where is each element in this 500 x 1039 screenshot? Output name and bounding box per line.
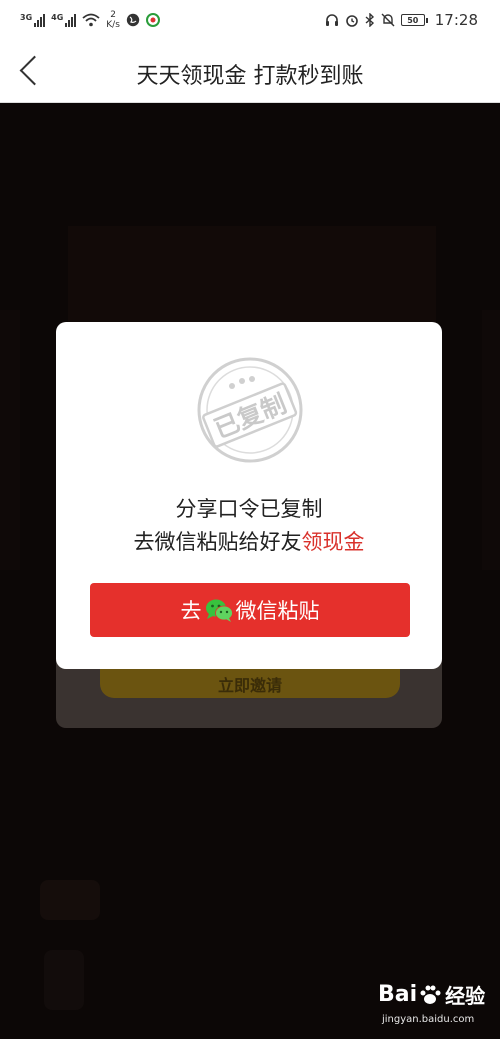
- baidu-jingyan-watermark: Bai 经验 jingyan.baidu.com: [378, 978, 498, 1034]
- watermark-brand-suffix: 经验: [445, 984, 486, 1008]
- paw-logo-icon: [420, 985, 441, 1004]
- watermark-brand-text: Bai: [378, 982, 418, 1007]
- status-left: 3G 4G 2 K/s: [20, 10, 160, 30]
- battery-level: 50: [407, 15, 419, 25]
- network-speed: 2 K/s: [106, 10, 120, 30]
- status-right: 50 17:28: [325, 11, 478, 29]
- speed-unit: K/s: [106, 20, 120, 30]
- background-element: [44, 950, 84, 1010]
- signal-1-label: 3G: [20, 13, 33, 22]
- signal-icon-2: 4G: [51, 13, 77, 27]
- bluetooth-icon: [365, 13, 374, 27]
- background-panel-right: [482, 310, 500, 570]
- wechat-paste-button[interactable]: 去 微信粘贴: [90, 583, 410, 637]
- page-title: 天天领现金 打款秒到账: [136, 64, 364, 89]
- battery-indicator: 50: [400, 14, 428, 26]
- wechat-icon: [205, 599, 233, 622]
- dialog-message-line-1: 分享口令已复制: [175, 497, 323, 521]
- clock: 17:28: [434, 11, 478, 29]
- background-invite-button: 立即邀请: [100, 668, 400, 698]
- background-panel-left: [0, 310, 20, 570]
- headset-icon: [325, 14, 338, 26]
- globe-icon: [126, 13, 140, 27]
- dialog-message-highlight: 领现金: [301, 530, 365, 554]
- copied-stamp-icon: 已复制: [197, 357, 303, 463]
- dialog-message-line-2: 去微信粘贴给好友领现金: [56, 526, 442, 556]
- nav-bar: 天天领现金 打款秒到账: [0, 40, 500, 103]
- watermark-url: jingyan.baidu.com: [382, 1014, 475, 1025]
- mute-bell-icon: [381, 13, 395, 27]
- background-invite-label: 立即邀请: [217, 676, 282, 695]
- background-element: [40, 880, 100, 920]
- signal-2-label: 4G: [51, 13, 64, 22]
- app-notification-icon: [145, 13, 160, 27]
- status-bar: 3G 4G 2 K/s 50 17:28: [0, 0, 500, 40]
- wifi-icon: [82, 13, 100, 27]
- speed-value: 2: [110, 10, 116, 20]
- watermark-brand: Bai 经验: [378, 980, 485, 1009]
- dialog-message-prefix: 去微信粘贴给好友: [133, 530, 302, 554]
- alarm-icon: [345, 15, 358, 27]
- signal-icon-1: 3G: [20, 13, 46, 27]
- paste-button-label: 微信粘贴: [235, 599, 320, 623]
- paste-button-prefix: 去: [180, 599, 202, 623]
